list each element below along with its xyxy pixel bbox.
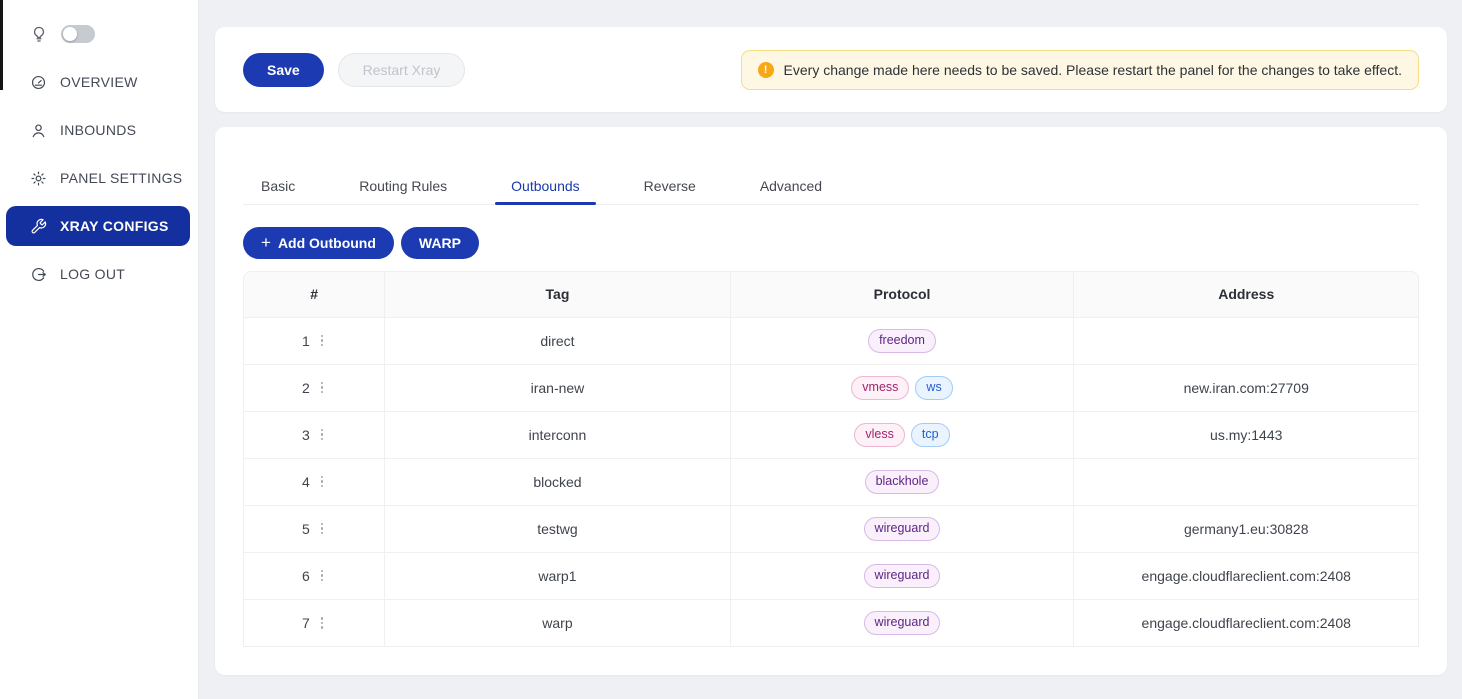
tag-cell: interconn [385, 411, 730, 458]
bulb-icon [30, 25, 48, 43]
protocol-badges: wireguard [731, 517, 1074, 541]
sidebar-item-log-out[interactable]: LOG OUT [0, 250, 198, 298]
gear-icon [30, 170, 47, 187]
actions-row: + Add Outbound WARP [243, 227, 1419, 259]
protocol-badge-wireguard: wireguard [864, 517, 941, 541]
row-number: 2 [302, 380, 310, 396]
table-row: 7 warp wireguard engage.cloudflareclient.co… [244, 599, 1418, 646]
protocol-badge-blackhole: blackhole [865, 470, 940, 494]
column-header-address: Address [1074, 272, 1418, 317]
user-icon [30, 122, 47, 139]
protocol-badges: wireguard [731, 611, 1074, 635]
tag-cell: direct [385, 317, 730, 364]
warp-button[interactable]: WARP [401, 227, 479, 259]
protocol-badge-wireguard: wireguard [864, 564, 941, 588]
sidebar: OVERVIEW INBOUNDS PANEL SETTINGS XRAY CONFI… [0, 0, 199, 699]
table-row: 4 blocked blackhole [244, 458, 1418, 505]
sidebar-item-label: PANEL SETTINGS [60, 170, 182, 186]
row-number: 6 [302, 568, 310, 584]
address-cell: engage.cloudflareclient.com:2408 [1074, 552, 1418, 599]
main-content: Save Restart Xray ! Every change made he… [199, 0, 1462, 699]
tag-cell: testwg [385, 505, 730, 552]
tag-cell: iran-new [385, 364, 730, 411]
address-cell: engage.cloudflareclient.com:2408 [1074, 599, 1418, 646]
protocol-badges: wireguard [731, 564, 1074, 588]
dark-mode-toggle[interactable] [61, 25, 95, 43]
table-row: 5 testwg wireguard germany1.eu:30828 [244, 505, 1418, 552]
sidebar-item-inbounds[interactable]: INBOUNDS [0, 106, 198, 154]
theme-toggle-row [0, 16, 198, 52]
xray-configs-panel: Basic Routing Rules Outbounds Reverse Advanc… [215, 127, 1447, 675]
sidebar-item-label: XRAY CONFIGS [60, 218, 169, 234]
add-outbound-button[interactable]: + Add Outbound [243, 227, 394, 259]
row-number: 1 [302, 333, 310, 349]
sidebar-item-overview[interactable]: OVERVIEW [0, 58, 198, 106]
row-menu-icon[interactable] [318, 520, 327, 538]
protocol-badges: vless tcp [731, 423, 1074, 447]
protocol-badge-vmess: vmess [851, 376, 909, 400]
tab-routing-rules[interactable]: Routing Rules [343, 176, 463, 204]
row-menu-icon[interactable] [318, 426, 327, 444]
table-row: 2iran-newvmesswsnew.iran.com:27709 [244, 364, 1418, 411]
table-row: 6 warp1 wireguard engage.cloudflareclient.c… [244, 552, 1418, 599]
dashboard-icon [30, 74, 47, 91]
row-number: 5 [302, 521, 310, 537]
address-cell: germany1.eu:30828 [1074, 505, 1418, 552]
tab-basic[interactable]: Basic [245, 176, 311, 204]
toolbar-buttons: Save Restart Xray [243, 53, 465, 87]
tag-cell: warp1 [385, 552, 730, 599]
row-number: 7 [302, 615, 310, 631]
warning-icon: ! [758, 62, 774, 78]
protocol-badge-freedom: freedom [868, 329, 936, 353]
address-cell [1074, 458, 1418, 505]
row-menu-icon[interactable] [318, 473, 327, 491]
row-number: 3 [302, 427, 310, 443]
sidebar-item-panel-settings[interactable]: PANEL SETTINGS [0, 154, 198, 202]
warning-alert-text: Every change made here needs to be saved… [784, 62, 1402, 78]
save-button[interactable]: Save [243, 53, 324, 87]
protocol-badges: freedom [731, 329, 1074, 353]
table-row: 1 direct freedom [244, 317, 1418, 364]
protocol-badges: blackhole [731, 470, 1074, 494]
toolbar: Save Restart Xray ! Every change made he… [215, 27, 1447, 112]
toggle-knob [63, 27, 77, 41]
tab-advanced[interactable]: Advanced [744, 176, 838, 204]
outbounds-table: #TagProtocolAddress 1 direct freedom 2 iran-… [243, 271, 1419, 647]
sidebar-item-label: INBOUNDS [60, 122, 136, 138]
row-menu-icon[interactable] [318, 614, 327, 632]
screen-edge-artifact [0, 0, 3, 90]
wrench-icon [30, 218, 47, 235]
address-cell [1074, 317, 1418, 364]
row-number: 4 [302, 474, 310, 490]
tag-cell: blocked [385, 458, 730, 505]
tab-outbounds[interactable]: Outbounds [495, 176, 596, 204]
protocol-badge-wireguard: wireguard [864, 611, 941, 635]
tag-cell: warp [385, 599, 730, 646]
address-cell: new.iran.com:27709 [1074, 364, 1418, 411]
protocol-badge-vless: vless [854, 423, 904, 447]
sidebar-nav: OVERVIEW INBOUNDS PANEL SETTINGS XRAY CONFI… [0, 58, 198, 298]
column-header-tag: Tag [385, 272, 730, 317]
restart-xray-button[interactable]: Restart Xray [338, 53, 466, 87]
protocol-badge-ws: ws [915, 376, 952, 400]
logout-icon [30, 266, 47, 283]
row-menu-icon[interactable] [318, 379, 327, 397]
protocol-badges: vmessws [731, 376, 1074, 400]
column-header--: # [244, 272, 385, 317]
sidebar-item-label: LOG OUT [60, 266, 125, 282]
plus-icon: + [261, 234, 271, 251]
sidebar-item-label: OVERVIEW [60, 74, 138, 90]
row-menu-icon[interactable] [318, 332, 327, 350]
address-cell: us.my:1443 [1074, 411, 1418, 458]
sidebar-item-xray-configs[interactable]: XRAY CONFIGS [6, 206, 190, 246]
table-row: 3 interconn vless tcp us.my:1443 [244, 411, 1418, 458]
protocol-badge-tcp: tcp [911, 423, 950, 447]
row-menu-icon[interactable] [318, 567, 327, 585]
add-outbound-label: Add Outbound [278, 235, 376, 251]
table-header-row: #TagProtocolAddress [244, 272, 1418, 317]
warning-alert: ! Every change made here needs to be sav… [741, 50, 1419, 90]
tab-reverse[interactable]: Reverse [628, 176, 712, 204]
tab-bar: Basic Routing Rules Outbounds Reverse Advanc… [243, 155, 1419, 205]
column-header-protocol: Protocol [730, 272, 1074, 317]
